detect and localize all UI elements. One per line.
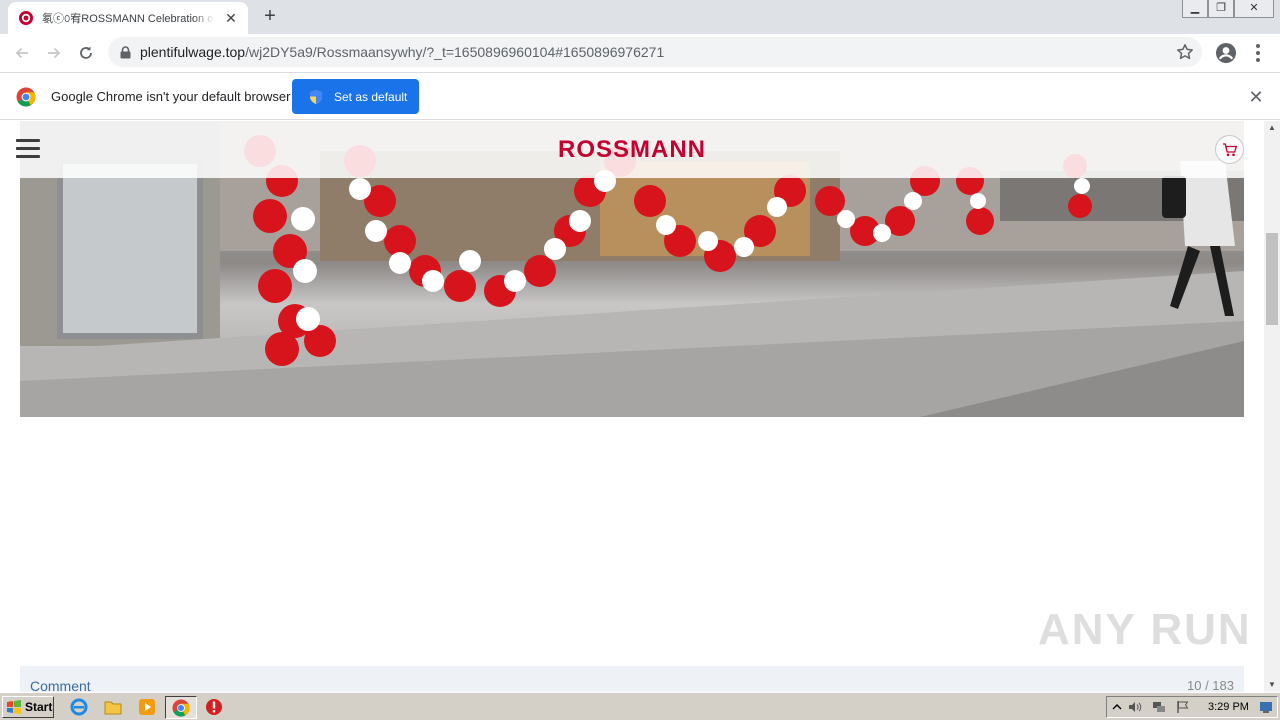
start-label: Start	[25, 700, 53, 714]
taskbar-chrome-button[interactable]	[165, 696, 197, 719]
minimize-icon[interactable]: ▁	[1182, 0, 1208, 18]
scroll-up-icon[interactable]: ▲	[1264, 121, 1280, 135]
internet-explorer-icon[interactable]	[70, 698, 88, 716]
account-icon[interactable]	[1214, 41, 1238, 65]
brand-logo[interactable]: ROSSMANN	[558, 136, 706, 164]
hamburger-menu-icon[interactable]	[16, 139, 40, 159]
comment-counter: 10 / 183	[1187, 678, 1234, 692]
browser-toolbar: plentifulwage.top/wj2DY5a9/Rossmaansywhy…	[0, 34, 1280, 72]
reload-button[interactable]	[73, 40, 99, 66]
network-icon[interactable]	[1152, 700, 1166, 714]
restore-icon[interactable]: ❐	[1208, 0, 1234, 18]
comment-section-header: Comment 10 / 183	[20, 666, 1244, 692]
show-desktop-icon[interactable]	[1259, 700, 1273, 714]
speaker-icon[interactable]	[1128, 700, 1142, 714]
reload-icon	[80, 46, 92, 59]
default-browser-infobar: Google Chrome isn't your default browser…	[0, 72, 1280, 120]
start-button[interactable]: Start	[2, 696, 54, 718]
url-host: plentifulwage.top	[140, 44, 246, 60]
chevron-up-icon[interactable]	[1110, 700, 1124, 714]
scrollbar-thumb[interactable]	[1266, 233, 1278, 325]
chrome-logo-icon	[172, 699, 190, 717]
tab-title: 氡ⓒ௦宥ROSSMANN Celebration of the	[42, 12, 214, 25]
set-as-default-label: Set as default	[334, 89, 408, 104]
shopping-cart-button[interactable]	[1215, 135, 1244, 164]
comment-label[interactable]: Comment	[30, 678, 91, 692]
browser-tab[interactable]: 氡ⓒ௦宥ROSSMANN Celebration of the ✕	[8, 2, 248, 34]
forward-button[interactable]	[41, 40, 67, 66]
scroll-down-icon[interactable]: ▼	[1264, 678, 1280, 692]
windows-taskbar: Start 3:29 PM	[0, 692, 1280, 720]
anyrun-watermark: ANY RUN	[1038, 605, 1252, 654]
arrow-right-icon	[48, 47, 61, 59]
window-close-icon[interactable]: ✕	[1234, 0, 1274, 18]
address-bar[interactable]: plentifulwage.top/wj2DY5a9/Rossmaansywhy…	[108, 37, 1202, 67]
close-icon[interactable]: ✕	[1246, 87, 1266, 107]
chrome-logo-icon	[16, 87, 36, 107]
lock-icon[interactable]	[120, 45, 131, 59]
kebab-menu-icon[interactable]	[1250, 41, 1266, 65]
stop-icon[interactable]	[205, 698, 223, 716]
tab-strip: 氡ⓒ௦宥ROSSMANN Celebration of the ✕ + ▁ ❐ …	[0, 0, 1280, 34]
action-center-flag-icon[interactable]	[1176, 700, 1190, 714]
star-icon[interactable]	[1176, 43, 1194, 61]
infobar-message: Google Chrome isn't your default browser	[51, 89, 291, 104]
taskbar-clock[interactable]: 3:29 PM	[1208, 701, 1249, 713]
page-viewport: ROSSMANN ANY RUN Comment 10 / 183	[0, 121, 1264, 692]
media-player-icon[interactable]	[138, 698, 156, 716]
back-button[interactable]	[9, 40, 35, 66]
rossmann-logo-icon	[19, 11, 33, 25]
site-header: ROSSMANN	[0, 121, 1264, 178]
page-scrollbar[interactable]: ▲ ▼	[1264, 121, 1280, 692]
url-text[interactable]: plentifulwage.top/wj2DY5a9/Rossmaansywhy…	[140, 44, 664, 60]
url-path: /wj2DY5a9/Rossmaansywhy/?_t=165089696010…	[245, 44, 665, 60]
shopping-cart-icon	[1222, 143, 1237, 157]
set-as-default-button[interactable]: Set as default	[292, 79, 419, 114]
windows-logo-icon	[7, 700, 21, 714]
shield-icon	[310, 89, 322, 104]
new-tab-icon[interactable]: +	[258, 5, 282, 29]
tab-close-icon[interactable]: ✕	[222, 9, 240, 27]
arrow-left-icon	[15, 47, 28, 59]
file-explorer-icon[interactable]	[104, 698, 122, 716]
